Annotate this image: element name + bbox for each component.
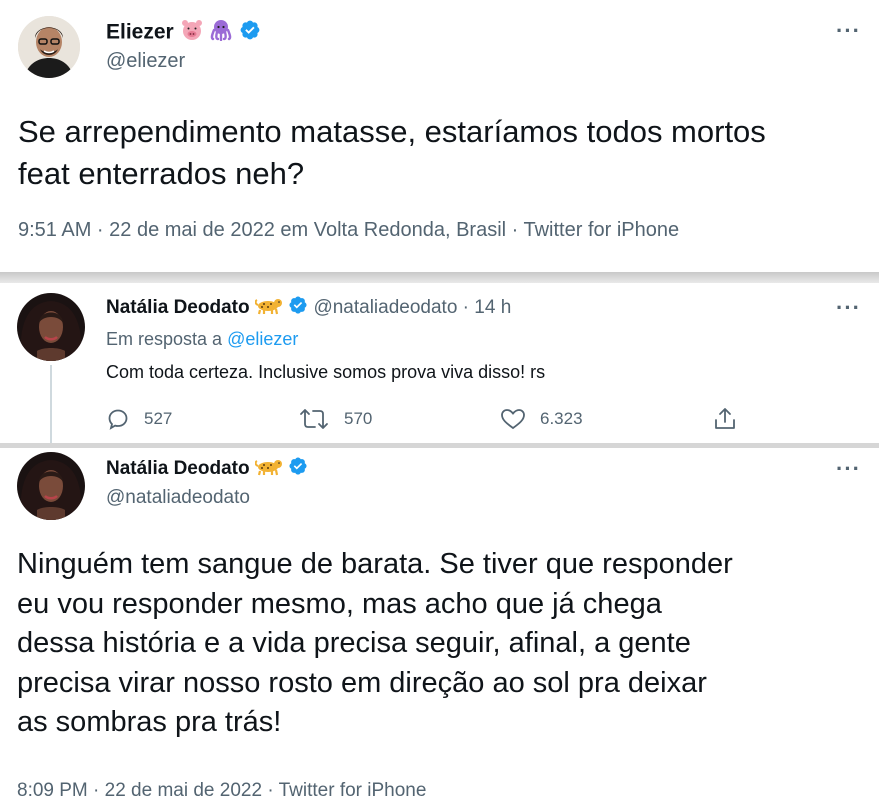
tweet-text: Ninguém tem sangue de barata. Se tiver q…: [17, 545, 875, 743]
verified-badge-icon: [288, 456, 308, 482]
tweet-text-line: Ninguém tem sangue de barata. Se tiver q…: [17, 548, 733, 580]
eliezer-avatar-icon: [18, 16, 80, 78]
octopus-icon: [209, 19, 233, 47]
tweet-natalia: Natália Deodato @nataliadeodato ··· Ning…: [0, 448, 879, 809]
tweet-meta[interactable]: 9:51 AM · 22 de mai de 2022 em Volta Red…: [18, 219, 679, 242]
reply-to-link[interactable]: @eliezer: [227, 329, 298, 349]
tweet-text-line: as sombras pra trás!: [17, 706, 282, 738]
author-name-line: Natália Deodato: [106, 456, 308, 482]
tweet-meta[interactable]: 8:09 PM · 22 de mai de 2022 · Twitter fo…: [17, 780, 426, 802]
verified-badge-icon: [239, 19, 261, 47]
retweet-count: 570: [344, 409, 373, 428]
tweet-text-line: Se arrependimento matasse, estaríamos to…: [18, 114, 766, 149]
verified-badge-icon: [288, 295, 308, 321]
like-action[interactable]: 6.323: [500, 407, 583, 431]
reply-count: 527: [144, 409, 173, 428]
thread-line: [50, 365, 52, 443]
reply-tweet: Natália Deodato @nataliadeodato · 14 h ·…: [0, 283, 879, 443]
more-options-icon[interactable]: ···: [836, 458, 861, 480]
reply-action[interactable]: 527: [106, 407, 172, 431]
avatar-natalia[interactable]: [17, 293, 85, 361]
leopard-icon: [254, 456, 283, 482]
reply-text: Com toda certeza. Inclusive somos prova …: [106, 362, 546, 382]
like-count: 6.323: [540, 409, 583, 428]
tweet-text-line: eu vou responder mesmo, mas acho que já …: [17, 587, 662, 620]
tweet-text: Se arrependimento matasse, estaríamos to…: [18, 111, 868, 195]
author-handle[interactable]: @eliezer: [106, 50, 185, 73]
more-options-icon[interactable]: ···: [836, 297, 861, 319]
author-handle[interactable]: @nataliadeodato: [106, 487, 250, 509]
author-name-line: Eliezer: [106, 19, 261, 47]
avatar-natalia[interactable]: [17, 452, 85, 520]
reply-prefix: Em resposta a: [106, 329, 223, 349]
tweet-text-line: feat enterrados neh?: [18, 156, 305, 191]
avatar-eliezer[interactable]: [18, 16, 80, 78]
natalia-avatar-icon: [17, 293, 85, 361]
tweet-text-line: dessa história e a vida precisa seguir, …: [17, 627, 691, 659]
more-options-icon[interactable]: ···: [836, 20, 861, 42]
tweet-eliezer: Eliezer @eliezer ··· Se arrependimento m…: [0, 0, 879, 272]
reply-context: Em resposta a @eliezer: [106, 329, 298, 350]
reply-header: Natália Deodato @nataliadeodato · 14 h: [106, 295, 511, 321]
divider: [0, 272, 879, 283]
leopard-icon: [254, 295, 283, 321]
heart-icon: [501, 409, 525, 430]
pig-face-icon: [180, 19, 204, 47]
retweet-action[interactable]: 570: [298, 407, 372, 431]
share-icon: [715, 408, 735, 429]
author-name[interactable]: Natália Deodato: [106, 458, 250, 479]
author-name[interactable]: Natália Deodato: [106, 297, 250, 318]
retweet-icon: [300, 409, 328, 429]
handle-and-time[interactable]: @nataliadeodato · 14 h: [313, 297, 511, 318]
tweet-text-line: precisa virar nosso rosto em direção ao …: [17, 666, 707, 699]
share-action[interactable]: [712, 406, 752, 432]
natalia-avatar-icon: [17, 452, 85, 520]
author-name[interactable]: Eliezer: [106, 21, 174, 44]
reply-icon: [108, 409, 128, 430]
